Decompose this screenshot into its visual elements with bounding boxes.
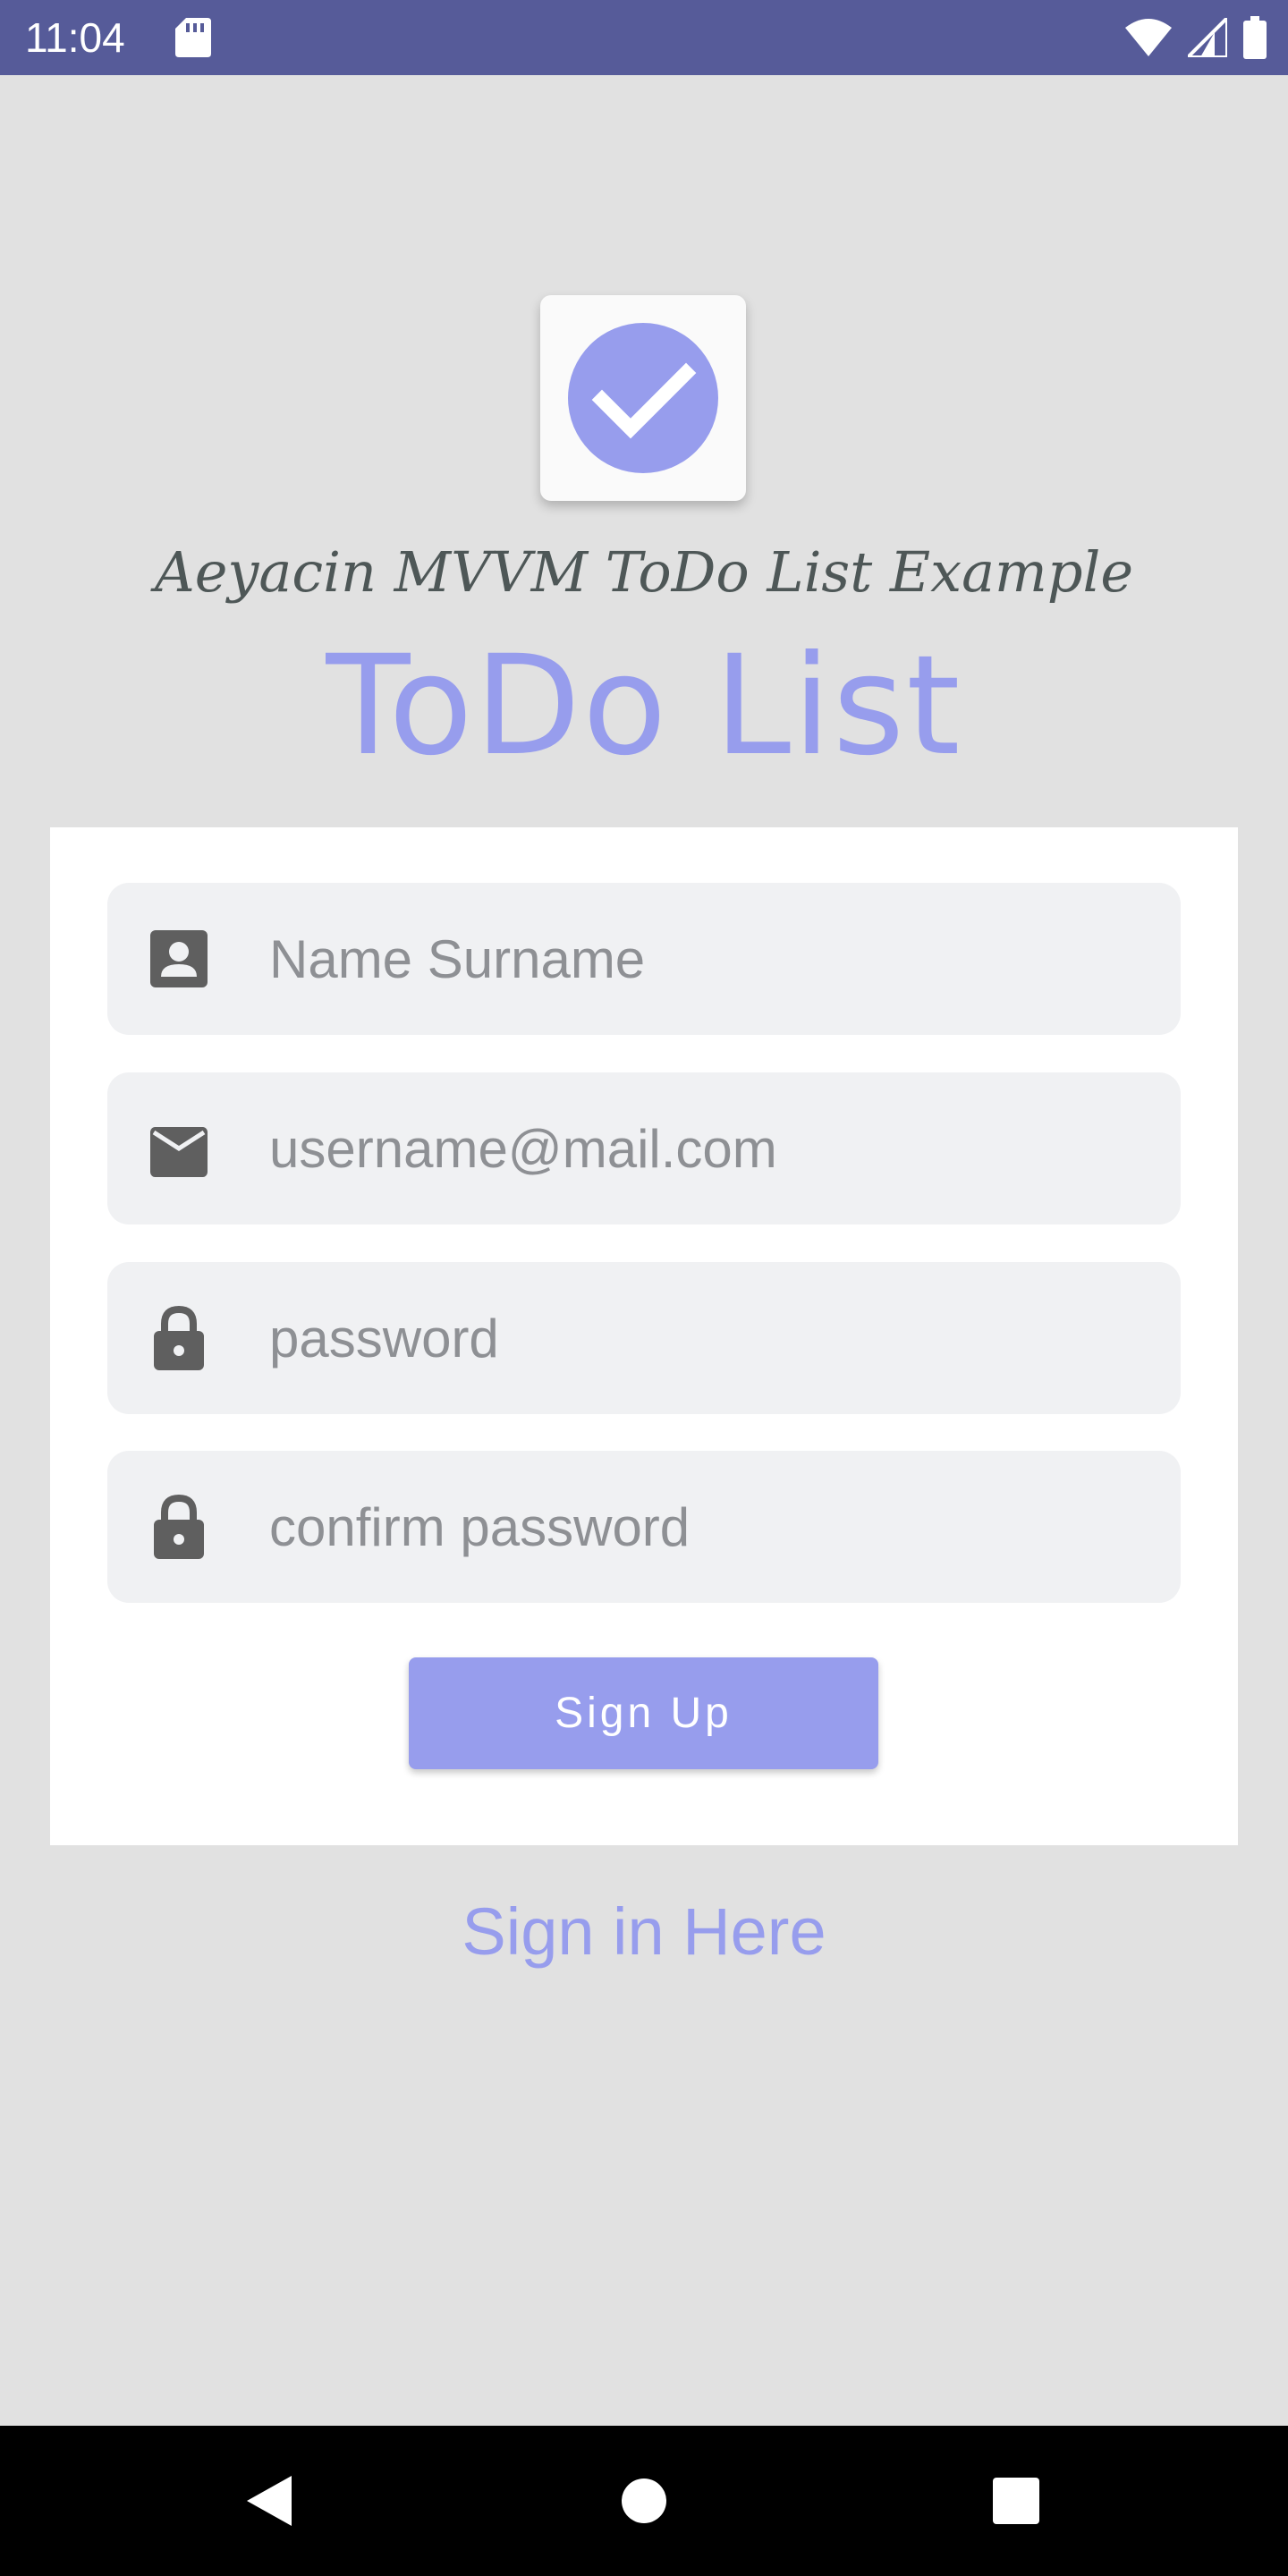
sd-card-icon [175, 18, 211, 57]
password-input[interactable] [269, 1262, 1155, 1414]
navigation-bar [0, 2426, 1288, 2576]
envelope-icon [150, 1127, 208, 1177]
status-icons [1125, 14, 1267, 61]
email-field[interactable] [107, 1072, 1181, 1224]
back-icon[interactable] [225, 2456, 315, 2546]
status-bar: 11:04 [0, 0, 1288, 75]
confirm-password-field[interactable] [107, 1451, 1181, 1603]
confirm-password-input[interactable] [269, 1451, 1155, 1603]
cellular-signal-icon [1188, 18, 1227, 57]
sign-in-link[interactable]: Sign in Here [0, 1892, 1288, 1972]
home-icon[interactable] [599, 2456, 689, 2546]
password-field[interactable] [107, 1262, 1181, 1414]
sign-up-button[interactable]: Sign Up [409, 1657, 878, 1769]
wifi-icon [1125, 19, 1172, 56]
check-circle-icon [568, 323, 718, 473]
name-input[interactable] [269, 883, 1155, 1035]
recents-icon[interactable] [971, 2456, 1061, 2546]
lock-icon [154, 1306, 204, 1370]
name-field[interactable] [107, 883, 1181, 1035]
app-title: ToDo List [326, 626, 962, 786]
signup-form-card: Sign Up [50, 827, 1238, 1845]
app-subtitle: Aeyacin MVVM ToDo List Example [154, 539, 1134, 605]
status-time: 11:04 [25, 14, 125, 61]
contact-card-icon [150, 930, 208, 987]
email-input[interactable] [269, 1072, 1155, 1224]
app-logo [540, 295, 746, 501]
battery-icon [1243, 16, 1267, 59]
lock-icon [154, 1495, 204, 1559]
